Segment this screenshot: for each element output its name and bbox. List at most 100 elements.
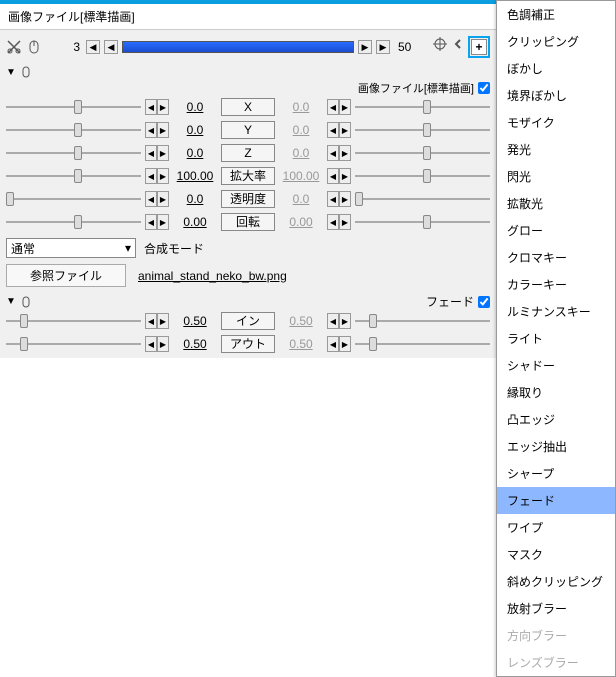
step-up[interactable]: ▶ — [339, 99, 351, 115]
param-value-right[interactable]: 0.0 — [279, 123, 323, 137]
slider[interactable] — [355, 190, 490, 208]
param-value-left[interactable]: 0.0 — [173, 146, 217, 160]
collapse-icon-2[interactable]: ▼ — [6, 296, 16, 307]
param-value-right[interactable]: 0.0 — [279, 192, 323, 206]
section1-enable-checkbox[interactable] — [478, 82, 490, 94]
param-value-left[interactable]: 0.00 — [173, 215, 217, 229]
stepper[interactable]: ◀▶ — [327, 145, 351, 161]
menu-item[interactable]: グロー — [497, 217, 615, 244]
step-up[interactable]: ▶ — [339, 122, 351, 138]
param-value-right[interactable]: 0.0 — [279, 146, 323, 160]
param-value-right[interactable]: 0.50 — [279, 314, 323, 328]
param-value-left[interactable]: 0.50 — [173, 314, 217, 328]
stepper[interactable]: ◀▶ — [145, 145, 169, 161]
step-up[interactable]: ▶ — [157, 145, 169, 161]
param-value-right[interactable]: 100.00 — [279, 169, 323, 183]
add-effect-button[interactable]: + — [471, 39, 487, 55]
slider[interactable] — [355, 167, 490, 185]
slider[interactable] — [355, 213, 490, 231]
timeline-bar[interactable] — [122, 41, 354, 53]
file-name[interactable]: animal_stand_neko_bw.png — [138, 269, 287, 283]
step-down[interactable]: ◀ — [327, 336, 339, 352]
menu-item[interactable]: エッジ抽出 — [497, 433, 615, 460]
slider[interactable] — [6, 167, 141, 185]
step-up[interactable]: ▶ — [157, 122, 169, 138]
fade-enable-checkbox[interactable] — [478, 296, 490, 308]
menu-item[interactable]: 閃光 — [497, 163, 615, 190]
menu-item[interactable]: カラーキー — [497, 271, 615, 298]
slider[interactable] — [355, 312, 490, 330]
step-up[interactable]: ▶ — [339, 336, 351, 352]
param-value-left[interactable]: 0.0 — [173, 123, 217, 137]
menu-item[interactable]: 斜めクリッピング — [497, 568, 615, 595]
slider[interactable] — [355, 121, 490, 139]
step-up[interactable]: ▶ — [157, 191, 169, 207]
section1-header[interactable]: ▼ — [0, 64, 496, 80]
slider[interactable] — [6, 335, 141, 353]
frame-next[interactable]: ▶ — [358, 40, 372, 54]
menu-item[interactable]: クロマキー — [497, 244, 615, 271]
step-down[interactable]: ◀ — [145, 214, 157, 230]
param-button[interactable]: 回転 — [221, 213, 275, 231]
menu-item[interactable]: モザイク — [497, 109, 615, 136]
step-up[interactable]: ▶ — [339, 214, 351, 230]
step-down[interactable]: ◀ — [327, 168, 339, 184]
param-value-left[interactable]: 100.00 — [173, 169, 217, 183]
stepper[interactable]: ◀▶ — [327, 214, 351, 230]
param-value-right[interactable]: 0.00 — [279, 215, 323, 229]
step-up[interactable]: ▶ — [339, 168, 351, 184]
menu-item[interactable]: 境界ぼかし — [497, 82, 615, 109]
step-down[interactable]: ◀ — [327, 191, 339, 207]
back-icon[interactable] — [450, 36, 466, 52]
step-down[interactable]: ◀ — [327, 145, 339, 161]
frame-next-fast[interactable]: ▶ — [376, 40, 390, 54]
menu-item[interactable]: ぼかし — [497, 55, 615, 82]
step-down[interactable]: ◀ — [145, 99, 157, 115]
menu-item[interactable]: ワイプ — [497, 514, 615, 541]
menu-item[interactable]: ルミナンスキー — [497, 298, 615, 325]
param-value-left[interactable]: 0.0 — [173, 100, 217, 114]
param-button[interactable]: Z — [221, 144, 275, 162]
slider[interactable] — [6, 312, 141, 330]
stepper[interactable]: ◀▶ — [145, 191, 169, 207]
stepper[interactable]: ◀▶ — [145, 313, 169, 329]
step-down[interactable]: ◀ — [327, 313, 339, 329]
blend-mode-select[interactable]: 通常 ▾ — [6, 238, 136, 258]
step-up[interactable]: ▶ — [339, 191, 351, 207]
menu-item[interactable]: 放射ブラー — [497, 595, 615, 622]
param-button[interactable]: イン — [221, 312, 275, 330]
menu-item[interactable]: マスク — [497, 541, 615, 568]
stepper[interactable]: ◀▶ — [327, 99, 351, 115]
frame-prev[interactable]: ◀ — [104, 40, 118, 54]
menu-item[interactable]: 縁取り — [497, 379, 615, 406]
slider[interactable] — [6, 144, 141, 162]
slider[interactable] — [6, 213, 141, 231]
step-down[interactable]: ◀ — [327, 214, 339, 230]
step-up[interactable]: ▶ — [157, 168, 169, 184]
stepper[interactable]: ◀▶ — [327, 313, 351, 329]
step-down[interactable]: ◀ — [145, 168, 157, 184]
step-up[interactable]: ▶ — [339, 145, 351, 161]
stepper[interactable]: ◀▶ — [145, 122, 169, 138]
menu-item[interactable]: 拡散光 — [497, 190, 615, 217]
step-down[interactable]: ◀ — [145, 122, 157, 138]
param-value-right[interactable]: 0.0 — [279, 100, 323, 114]
step-up[interactable]: ▶ — [157, 214, 169, 230]
step-down[interactable]: ◀ — [145, 336, 157, 352]
menu-item[interactable]: ライト — [497, 325, 615, 352]
menu-item[interactable]: 凸エッジ — [497, 406, 615, 433]
step-up[interactable]: ▶ — [157, 336, 169, 352]
stepper[interactable]: ◀▶ — [145, 168, 169, 184]
step-down[interactable]: ◀ — [145, 313, 157, 329]
param-button[interactable]: 透明度 — [221, 190, 275, 208]
menu-item[interactable]: 発光 — [497, 136, 615, 163]
mouse-icon[interactable] — [26, 39, 42, 55]
param-value-left[interactable]: 0.0 — [173, 192, 217, 206]
slider[interactable] — [355, 144, 490, 162]
step-down[interactable]: ◀ — [327, 99, 339, 115]
slider[interactable] — [355, 98, 490, 116]
slider[interactable] — [6, 190, 141, 208]
stepper[interactable]: ◀▶ — [145, 99, 169, 115]
slider[interactable] — [6, 121, 141, 139]
step-up[interactable]: ▶ — [339, 313, 351, 329]
